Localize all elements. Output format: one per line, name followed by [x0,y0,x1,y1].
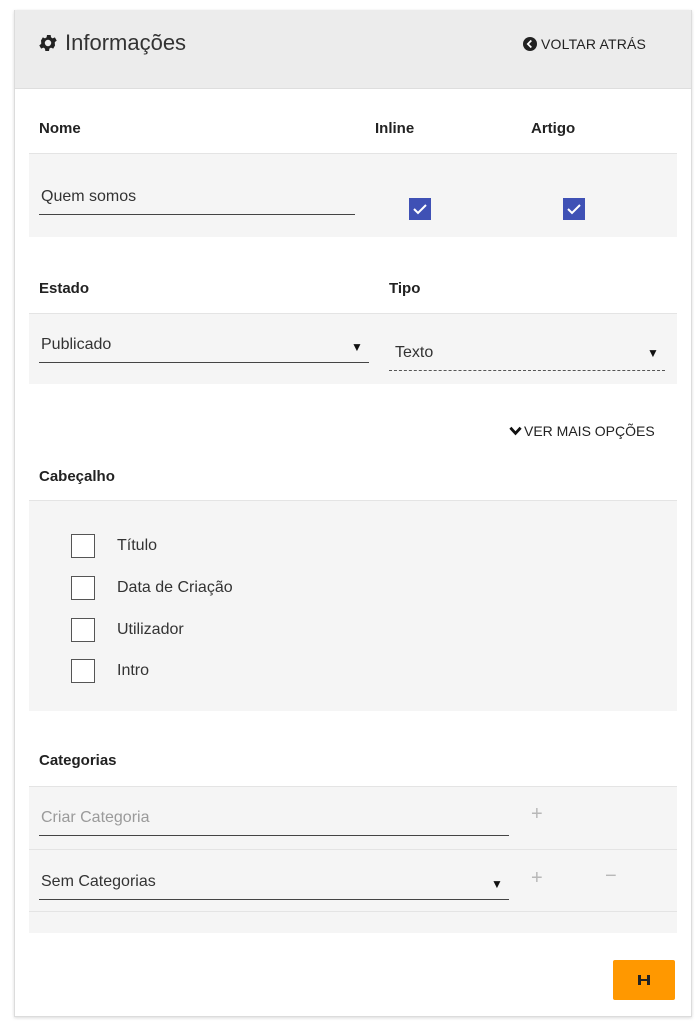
dropdown-arrow-icon: ▼ [647,346,659,360]
category-select-value: Sem Categorias [41,873,156,890]
estado-label: Estado [39,280,90,297]
divider [29,911,677,912]
option-label: Intro [117,662,150,679]
add-category-button[interactable]: + [531,803,543,826]
save-icon [638,975,650,985]
dropdown-arrow-icon: ▼ [491,877,503,891]
option-data-criacao[interactable]: Data de Criação [71,576,233,600]
create-category-placeholder: Criar Categoria [41,809,150,826]
inline-checkbox[interactable] [409,198,431,220]
circle-arrow-left-icon [523,37,537,51]
dropdown-arrow-icon: ▼ [351,340,363,354]
option-utilizador[interactable]: Utilizador [71,618,184,642]
tipo-label: Tipo [389,280,421,297]
artigo-checkbox[interactable] [563,198,585,220]
checkbox[interactable] [71,618,95,642]
gear-icon [39,35,57,51]
remove-category-button[interactable]: − [605,865,617,888]
estado-tipo-row: Publicado ▼ Texto ▼ [29,313,677,384]
add-selected-category-button[interactable]: + [531,867,543,890]
column-artigo: Artigo [531,120,576,137]
nome-input-value: Quem somos [41,188,137,205]
panel-title-text: Informações [65,30,187,55]
checkbox[interactable] [71,576,95,600]
info-panel: Informações VOLTAR ATRÁS Nome Inline Art… [14,10,692,1017]
checkbox[interactable] [71,534,95,558]
more-options-label: VER MAIS OPÇÕES [524,423,655,439]
category-select[interactable]: Sem Categorias ▼ [39,863,509,900]
create-category-input[interactable]: Criar Categoria [39,801,509,836]
cabecalho-label: Cabeçalho [39,468,115,485]
check-icon [413,204,427,215]
back-button[interactable]: VOLTAR ATRÁS [523,36,646,52]
save-button[interactable] [613,960,675,1000]
tipo-select[interactable]: Texto ▼ [389,330,665,371]
nome-input[interactable]: Quem somos [39,174,355,215]
option-intro[interactable]: Intro [71,659,149,683]
panel-header: Informações VOLTAR ATRÁS [15,10,691,89]
chevron-down-icon [509,426,522,436]
tipo-select-value: Texto [395,344,434,361]
option-label: Data de Criação [117,579,233,596]
column-inline: Inline [375,120,415,137]
option-titulo[interactable]: Título [71,534,157,558]
categorias-section: Criar Categoria + Sem Categorias ▼ + − [29,786,677,933]
more-options-button[interactable]: VER MAIS OPÇÕES [509,423,655,439]
option-label: Título [117,537,158,554]
categorias-label: Categorias [39,752,117,769]
nome-row: Quem somos [29,153,677,237]
estado-select[interactable]: Publicado ▼ [39,328,369,363]
column-nome: Nome [39,120,81,137]
panel-title: Informações [37,30,186,56]
checkbox[interactable] [71,659,95,683]
option-label: Utilizador [117,621,184,638]
divider [29,849,677,850]
check-icon [567,204,581,215]
estado-select-value: Publicado [41,336,112,353]
cabecalho-options: Título Data de Criação Utilizador Intro [29,500,677,711]
back-button-label: VOLTAR ATRÁS [541,36,647,52]
